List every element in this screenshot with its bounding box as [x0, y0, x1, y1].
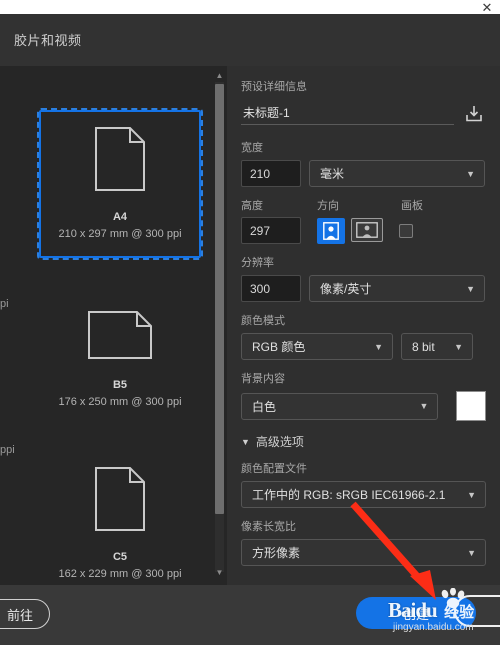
height-input[interactable] — [241, 217, 301, 244]
resolution-input[interactable] — [241, 275, 301, 302]
pixel-aspect-value: 方形像素 — [252, 546, 301, 560]
pixel-aspect-select[interactable]: 方形像素 ▼ — [241, 539, 486, 566]
document-portrait-icon — [94, 126, 146, 197]
page-title: 胶片和视频 — [14, 33, 82, 48]
height-label: 高度 — [241, 200, 263, 212]
chevron-down-icon: ▼ — [374, 341, 383, 352]
details-section-label: 预设详细信息 — [241, 81, 307, 93]
width-row: 毫米 ▼ — [241, 160, 486, 187]
orientation-toggle-group — [317, 218, 383, 244]
color-mode-select[interactable]: RGB 颜色 ▼ — [241, 333, 393, 360]
orientation-label: 方向 — [317, 200, 339, 212]
background-select[interactable]: 白色 ▼ — [241, 392, 439, 420]
color-profile-value: 工作中的 RGB: sRGB IEC61966-2.1 — [252, 488, 446, 502]
background-label: 背景内容 — [241, 373, 285, 385]
chevron-down-icon: ▼ — [241, 436, 250, 447]
preset-card-c5[interactable]: C5 162 x 229 mm @ 300 ppi — [41, 466, 199, 580]
edge-fragment-2: ppi — [0, 444, 15, 456]
width-unit-select[interactable]: 毫米 ▼ — [309, 160, 485, 187]
background-row: 白色 ▼ — [241, 391, 486, 421]
resolution-unit-select[interactable]: 像素/英寸 ▼ — [309, 275, 485, 302]
portrait-icon[interactable] — [317, 218, 345, 244]
color-mode-row: RGB 颜色 ▼ 8 bit ▼ — [241, 333, 486, 360]
preset-name-row — [241, 102, 486, 125]
artboard-checkbox[interactable] — [399, 224, 413, 238]
width-input[interactable] — [241, 160, 301, 187]
color-mode-value: RGB 颜色 — [252, 340, 306, 354]
artboard-label: 画板 — [401, 200, 423, 212]
scrollbar-thumb[interactable] — [215, 84, 224, 514]
landscape-icon[interactable] — [351, 218, 383, 242]
window-top-bar: ✕ — [0, 0, 500, 14]
pixel-aspect-row: 方形像素 ▼ — [241, 539, 486, 566]
resolution-unit-value: 像素/英寸 — [320, 282, 372, 296]
preset-list-scrollbar[interactable]: ▲ ▼ — [212, 66, 227, 585]
preset-dimensions: 176 x 250 mm @ 300 ppi — [58, 396, 182, 408]
background-color-swatch[interactable] — [456, 391, 486, 421]
download-icon[interactable] — [462, 104, 486, 124]
preset-name: A4 — [112, 211, 128, 223]
document-portrait-icon — [94, 466, 146, 537]
chevron-down-icon: ▼ — [419, 401, 429, 411]
color-profile-row: 工作中的 RGB: sRGB IEC61966-2.1 ▼ — [241, 481, 486, 508]
preset-list[interactable]: pi ppi ppi A4 210 x 297 mm @ 300 ppi B5 — [0, 66, 212, 585]
dialog-footer: 前往 创建 — [0, 585, 500, 645]
chevron-down-icon: ▼ — [466, 283, 475, 294]
resolution-row: 像素/英寸 ▼ — [241, 275, 486, 302]
preset-card-b5[interactable]: B5 176 x 250 mm @ 300 ppi — [41, 310, 199, 408]
preset-details-panel: 预设详细信息 宽度 毫米 ▼ 高度 方向 画板 — [227, 66, 500, 585]
width-unit-value: 毫米 — [320, 167, 345, 181]
chevron-down-icon: ▼ — [467, 547, 476, 558]
create-button[interactable]: 创建 — [356, 597, 476, 629]
pixel-aspect-label: 像素长宽比 — [241, 521, 296, 533]
color-profile-select[interactable]: 工作中的 RGB: sRGB IEC61966-2.1 ▼ — [241, 481, 486, 508]
height-orientation-row — [241, 217, 486, 244]
bit-depth-select[interactable]: 8 bit ▼ — [401, 333, 473, 360]
preset-dimensions: 210 x 297 mm @ 300 ppi — [58, 228, 182, 240]
color-mode-label: 颜色模式 — [241, 315, 285, 327]
color-profile-label: 颜色配置文件 — [241, 463, 307, 475]
chevron-down-icon: ▼ — [467, 489, 476, 500]
preset-name: B5 — [112, 379, 128, 391]
scroll-up-icon[interactable]: ▲ — [212, 68, 227, 82]
bit-depth-value: 8 bit — [412, 339, 435, 354]
advanced-options-toggle[interactable]: ▼ 高级选项 — [241, 433, 486, 450]
preset-name-input[interactable] — [241, 102, 454, 125]
preset-card-a4[interactable]: A4 210 x 297 mm @ 300 ppi — [37, 108, 203, 260]
preset-dimensions: 162 x 229 mm @ 300 ppi — [58, 568, 182, 580]
document-landscape-icon — [87, 310, 153, 365]
resolution-label: 分辨率 — [241, 257, 274, 269]
preset-name: C5 — [112, 551, 128, 563]
background-value: 白色 — [252, 399, 277, 414]
chevron-down-icon: ▼ — [466, 168, 475, 179]
goto-button[interactable]: 前往 — [0, 599, 50, 629]
scroll-down-icon[interactable]: ▼ — [212, 565, 227, 579]
dialog-header: 胶片和视频 — [0, 14, 500, 66]
edge-fragment-1: pi — [0, 298, 9, 310]
height-orientation-labels: 高度 方向 画板 — [241, 197, 486, 213]
width-label: 宽度 — [241, 142, 263, 154]
chevron-down-icon: ▼ — [454, 341, 463, 352]
new-document-dialog: ✕ 胶片和视频 pi ppi ppi A4 210 x 297 mm @ 300… — [0, 0, 500, 645]
advanced-options-label: 高级选项 — [255, 435, 304, 449]
